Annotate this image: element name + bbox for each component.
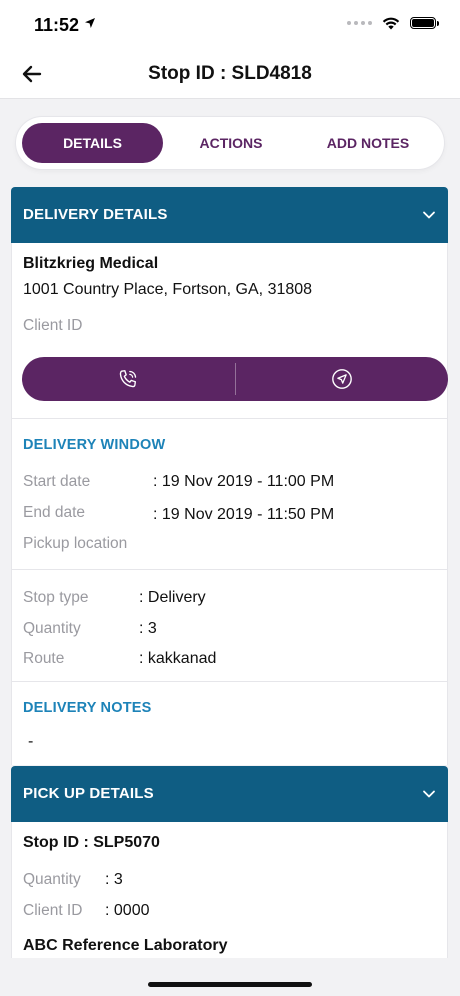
delivery-window-title: DELIVERY WINDOW — [23, 437, 166, 453]
pickup-quantity-label: Quantity — [23, 871, 81, 888]
divider — [12, 681, 447, 682]
pickup-quantity-value: : 3 — [105, 871, 123, 888]
tab-details[interactable]: DETAILS — [22, 123, 163, 163]
end-date-label: End date — [23, 504, 86, 521]
start-date-label: Start date — [23, 473, 91, 490]
phone-icon[interactable] — [117, 368, 139, 390]
tab-add-notes[interactable]: ADD NOTES — [298, 123, 438, 163]
delivery-details-header[interactable]: DELIVERY DETAILS — [11, 187, 448, 243]
pickup-client-id-label: Client ID — [23, 902, 83, 919]
contact-action-bar — [22, 357, 448, 401]
quantity-value: : 3 — [139, 620, 157, 637]
chevron-down-icon — [423, 790, 435, 798]
status-time: 11:52 — [34, 15, 80, 35]
start-date-value: : 19 Nov 2019 - 11:00 PM — [153, 473, 335, 490]
action-bar-divider — [235, 363, 236, 395]
chevron-down-icon — [423, 211, 435, 219]
stop-type-label: Stop type — [23, 589, 89, 606]
navigation-icon[interactable] — [331, 368, 353, 390]
delivery-notes-title: DELIVERY NOTES — [23, 700, 152, 716]
segmented-tabs: DETAILS ACTIONS ADD NOTES — [16, 117, 444, 169]
signal-dots-icon — [347, 21, 372, 25]
status-icons — [347, 16, 439, 30]
pickup-details-title: PICK UP DETAILS — [23, 785, 154, 802]
pickup-location-label: Pickup location — [23, 535, 128, 552]
home-indicator[interactable] — [148, 982, 312, 987]
pickup-stop-id: Stop ID : SLP5070 — [23, 834, 160, 851]
end-date-value: : 19 Nov 2019 - 11:50 PM — [153, 506, 335, 523]
divider — [12, 569, 447, 570]
delivery-notes-value: - — [28, 733, 34, 750]
route-label: Route — [23, 650, 65, 667]
delivery-details-title: DELIVERY DETAILS — [23, 206, 168, 223]
wifi-icon — [382, 17, 400, 30]
pickup-client-id-value: : 0000 — [105, 902, 150, 919]
location-arrow-icon — [85, 18, 95, 28]
client-id-label: Client ID — [23, 317, 83, 334]
divider — [12, 418, 447, 419]
pickup-lab-name: ABC Reference Laboratory — [23, 937, 228, 954]
client-name: Blitzkrieg Medical — [23, 255, 159, 272]
route-value: : kakkanad — [139, 650, 217, 667]
client-address: 1001 Country Place, Fortson, GA, 31808 — [23, 281, 313, 298]
tab-actions[interactable]: ACTIONS — [161, 123, 301, 163]
battery-icon — [410, 17, 439, 29]
stop-type-value: : Delivery — [139, 589, 206, 606]
pickup-details-header[interactable]: PICK UP DETAILS — [11, 766, 448, 822]
quantity-label: Quantity — [23, 620, 81, 637]
page-title: Stop ID : SLD4818 — [148, 63, 312, 84]
